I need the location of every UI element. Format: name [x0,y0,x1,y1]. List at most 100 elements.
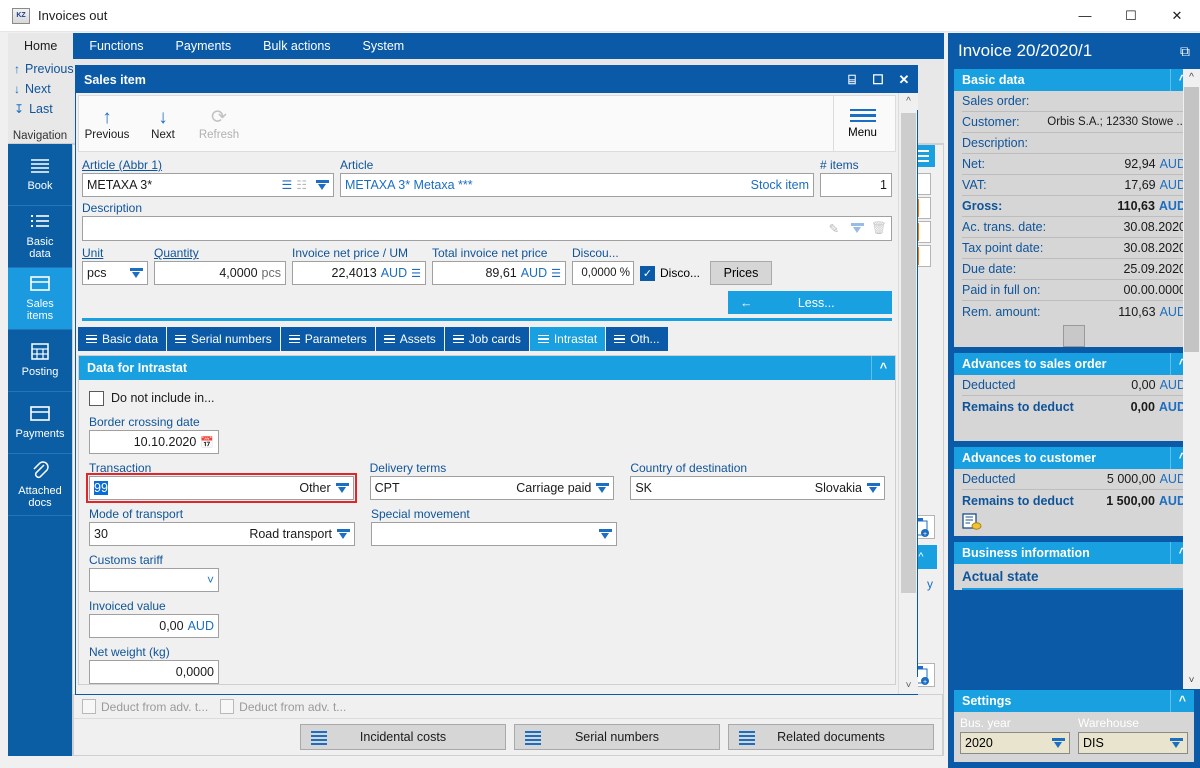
tab-label: Oth... [630,332,660,346]
ribbon-tab-system[interactable]: System [347,33,421,59]
ribbon-next-button[interactable]: ↓ Next [8,79,72,99]
dialog-scrollbar[interactable]: ^ ˅ [898,93,918,694]
sidebar-item-payments[interactable]: Payments [8,392,72,454]
ribbon-last-button[interactable]: ↧ Last [8,99,72,119]
external-link-icon[interactable]: ⧉ [1180,43,1190,60]
edit-pencil-icon[interactable]: ✎ [829,221,839,236]
calendar-icon[interactable]: 📅 [200,436,214,449]
unit-select[interactable]: pcs [82,261,148,285]
ribbon-tab-payments[interactable]: Payments [160,33,248,59]
scroll-up-icon[interactable]: ^ [899,93,918,110]
delivery-terms-input[interactable]: CPT Carriage paid [369,476,615,500]
ribbon-tab-home[interactable]: Home [8,33,74,59]
prices-button[interactable]: Prices [710,261,773,285]
currency-icon[interactable]: ☰ [551,267,561,280]
sidebar-item-book[interactable]: Book [8,144,72,206]
article-abbr-input[interactable]: METAXA 3* ☰ ☷ [82,173,334,197]
section-header[interactable]: Advances to customer ^ [954,447,1194,469]
chevron-down-icon[interactable] [867,482,880,494]
chevron-down-icon[interactable] [316,179,329,191]
net-price-input[interactable]: 22,4013 AUD ☰ [292,261,426,285]
chevron-down-icon[interactable] [599,528,612,540]
bus-year-select[interactable]: 2020 [960,732,1070,754]
sidebar-item-sales-items[interactable]: Sales items [8,268,72,330]
stock-item-link[interactable]: Stock item [751,178,809,192]
scroll-up-icon[interactable]: ^ [1183,69,1200,86]
chevron-down-icon[interactable] [851,223,865,234]
scrollbar-thumb[interactable] [901,113,916,593]
section-header[interactable]: Basic data ^ [954,69,1194,91]
maximize-icon[interactable]: ☐ [865,66,891,93]
related-documents-button[interactable]: Related documents [728,724,934,750]
details-button[interactable] [1063,325,1085,347]
tab-serial-numbers[interactable]: Serial numbers [167,327,280,351]
quantity-input[interactable]: 4,0000 pcs [154,261,286,285]
sidebar-item-posting[interactable]: Posting [8,330,72,392]
do-not-include-checkbox[interactable] [89,390,104,406]
transaction-input[interactable]: 99 Other [86,473,357,503]
deduct-from-advance-person-button[interactable]: Deduct from adv. t... [220,699,346,714]
net-weight-input[interactable]: 0,0000 [89,660,219,684]
scrollbar-thumb[interactable] [1184,87,1199,352]
scroll-down-icon[interactable]: ˅ [1183,672,1200,689]
tab-other[interactable]: Oth... [606,327,668,351]
special-movement-input[interactable] [371,522,617,546]
minimize-button[interactable]: — [1062,0,1108,32]
maximize-button[interactable]: ☐ [1108,0,1154,32]
section-header[interactable]: Advances to sales order ^ [954,353,1194,375]
invoiced-currency: AUD [187,619,214,633]
ribbon-tab-bulk-actions[interactable]: Bulk actions [247,33,346,59]
delete-icon[interactable]: 🗑 [871,221,887,236]
border-crossing-date-input[interactable]: 10.10.2020 📅 [89,430,219,454]
chevron-down-icon[interactable] [130,267,143,279]
scroll-down-icon[interactable]: ˅ [899,677,918,694]
dialog-menu-button[interactable]: Menu [833,96,891,151]
incidental-costs-button[interactable]: Incidental costs [300,724,506,750]
invoiced-value-input[interactable]: 0,00 AUD [89,614,219,638]
serial-numbers-button[interactable]: Serial numbers [514,724,720,750]
warehouse-select[interactable]: DIS [1078,732,1188,754]
chevron-down-icon[interactable] [1170,737,1183,749]
items-count-input[interactable]: 1 [820,173,892,197]
discount-input[interactable]: 0,0000 % [572,261,634,285]
country-of-destination-input[interactable]: SK Slovakia [630,476,885,500]
ribbon-tab-functions[interactable]: Functions [73,33,159,59]
deduct-from-advance-document-button[interactable]: Deduct from adv. t... [82,699,208,714]
sidebar-item-attached-docs[interactable]: Attached docs [8,454,72,516]
discount-checkbox[interactable]: ✓ [640,265,655,281]
chevron-down-icon[interactable] [335,482,349,494]
advance-document-icon[interactable] [962,511,1186,536]
collapse-icon[interactable]: ^ [1169,690,1194,712]
chevron-down-icon[interactable] [596,482,610,494]
list-icon [537,334,549,344]
ribbon-previous-button[interactable]: ↑ Previous [8,59,74,79]
dialog-next-button[interactable]: ↓ Next [135,107,191,141]
close-icon[interactable]: ✕ [891,66,917,93]
kv-row: Ac. trans. date: 30.08.2020 [962,217,1186,238]
dialog-previous-button[interactable]: ↑ Previous [79,107,135,141]
collapse-icon[interactable]: ^ [870,356,895,380]
section-header[interactable]: Business information ^ [954,542,1194,564]
settings-header[interactable]: Settings ^ [954,690,1194,712]
close-button[interactable]: ✕ [1154,0,1200,32]
chevron-down-icon[interactable]: ˅ [207,573,214,587]
tab-basic-data[interactable]: Basic data [78,327,167,351]
search-records-icon[interactable]: ☰ [281,178,292,192]
description-input[interactable]: ✎ 🗑 [82,216,892,241]
chevron-down-icon[interactable] [337,528,350,540]
tab-intrastat[interactable]: Intrastat [529,327,606,351]
right-panel-scrollbar[interactable]: ^ ˅ [1183,69,1200,689]
save-icon[interactable]: ⌸ [839,66,865,93]
total-net-input[interactable]: 89,61 AUD ☰ [432,261,566,285]
customs-tariff-select[interactable]: ˅ [89,568,219,592]
chevron-down-icon[interactable] [1052,737,1065,749]
tab-job-cards[interactable]: Job cards [444,327,529,351]
sidebar-item-basic-data[interactable]: Basic data [8,206,72,268]
article-input[interactable]: METAXA 3* Metaxa *** Stock item [340,173,814,197]
mode-of-transport-input[interactable]: 30 Road transport [89,522,355,546]
tab-parameters[interactable]: Parameters [280,327,375,351]
less-button[interactable]: ← Less... [728,291,892,314]
tab-assets[interactable]: Assets [375,327,444,351]
currency-icon[interactable]: ☰ [411,267,421,280]
select-icon[interactable]: ☷ [296,178,307,192]
